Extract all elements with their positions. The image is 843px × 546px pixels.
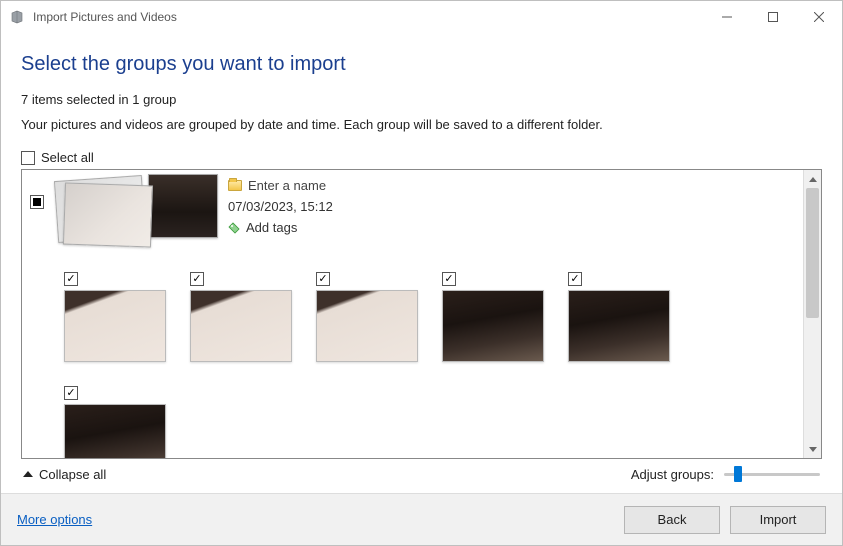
groups-panel: Enter a name 07/03/2023, 15:12 Add tags xyxy=(21,169,822,459)
thumbnail-image[interactable] xyxy=(64,404,166,458)
adjust-groups-label: Adjust groups: xyxy=(631,467,714,482)
thumbnail-image[interactable] xyxy=(190,290,292,362)
add-tags-row[interactable]: Add tags xyxy=(228,220,333,235)
minimize-button[interactable] xyxy=(704,1,750,33)
thumbnail-checkbox[interactable] xyxy=(64,272,78,286)
adjust-groups-slider[interactable] xyxy=(724,465,820,483)
thumbnail-row xyxy=(30,272,795,458)
collapse-all-label: Collapse all xyxy=(39,467,106,482)
chevron-up-icon xyxy=(23,471,33,477)
groups-panel-inner: Enter a name 07/03/2023, 15:12 Add tags xyxy=(22,170,803,458)
tag-icon xyxy=(228,222,240,234)
thumbnail-checkbox[interactable] xyxy=(316,272,330,286)
thumbnail-item[interactable] xyxy=(568,272,670,362)
thumbnail-item[interactable] xyxy=(316,272,418,362)
thumbnail-image[interactable] xyxy=(64,290,166,362)
more-options-link[interactable]: More options xyxy=(17,512,92,527)
import-button[interactable]: Import xyxy=(730,506,826,534)
slider-knob[interactable] xyxy=(734,466,742,482)
scrollbar-thumb[interactable] xyxy=(806,188,819,318)
group-name-placeholder: Enter a name xyxy=(248,178,326,193)
select-all-checkbox[interactable] xyxy=(21,151,35,165)
add-tags-label: Add tags xyxy=(246,220,297,235)
maximize-button[interactable] xyxy=(750,1,796,33)
scroll-up-icon[interactable] xyxy=(804,170,821,188)
select-all-row: Select all xyxy=(21,150,822,165)
thumbnail-checkbox[interactable] xyxy=(442,272,456,286)
close-button[interactable] xyxy=(796,1,842,33)
scrollbar[interactable] xyxy=(803,170,821,458)
thumbnail-item[interactable] xyxy=(442,272,544,362)
collapse-all-link[interactable]: Collapse all xyxy=(23,467,106,482)
group-thumbnail-stack[interactable] xyxy=(56,178,216,256)
thumbnail-item[interactable] xyxy=(64,272,166,362)
app-icon xyxy=(9,9,25,25)
thumbnail-image[interactable] xyxy=(316,290,418,362)
page-description: Your pictures and videos are grouped by … xyxy=(21,117,822,132)
thumbnail-item[interactable] xyxy=(64,386,166,458)
selection-status: 7 items selected in 1 group xyxy=(21,92,822,107)
page-heading: Select the groups you want to import xyxy=(21,53,822,76)
titlebar: Import Pictures and Videos xyxy=(1,1,842,33)
adjust-groups: Adjust groups: xyxy=(631,465,820,483)
thumbnail-image[interactable] xyxy=(442,290,544,362)
thumbnail-checkbox[interactable] xyxy=(568,272,582,286)
thumbnail-image[interactable] xyxy=(568,290,670,362)
window-title: Import Pictures and Videos xyxy=(33,10,177,24)
group-timestamp: 07/03/2023, 15:12 xyxy=(228,199,333,214)
under-panel-row: Collapse all Adjust groups: xyxy=(21,459,822,493)
thumbnail-item[interactable] xyxy=(190,272,292,362)
content-area: Select the groups you want to import 7 i… xyxy=(1,33,842,493)
thumbnail-checkbox[interactable] xyxy=(64,386,78,400)
scroll-down-icon[interactable] xyxy=(804,440,821,458)
group-name-row[interactable]: Enter a name xyxy=(228,178,333,193)
footer: More options Back Import xyxy=(1,493,842,545)
group-checkbox[interactable] xyxy=(30,195,44,209)
select-all-label: Select all xyxy=(41,150,94,165)
folder-icon xyxy=(228,180,242,191)
back-button[interactable]: Back xyxy=(624,506,720,534)
scrollbar-track[interactable] xyxy=(804,188,821,440)
group-meta: Enter a name 07/03/2023, 15:12 Add tags xyxy=(228,178,333,256)
group-header: Enter a name 07/03/2023, 15:12 Add tags xyxy=(30,178,795,256)
thumbnail-checkbox[interactable] xyxy=(190,272,204,286)
